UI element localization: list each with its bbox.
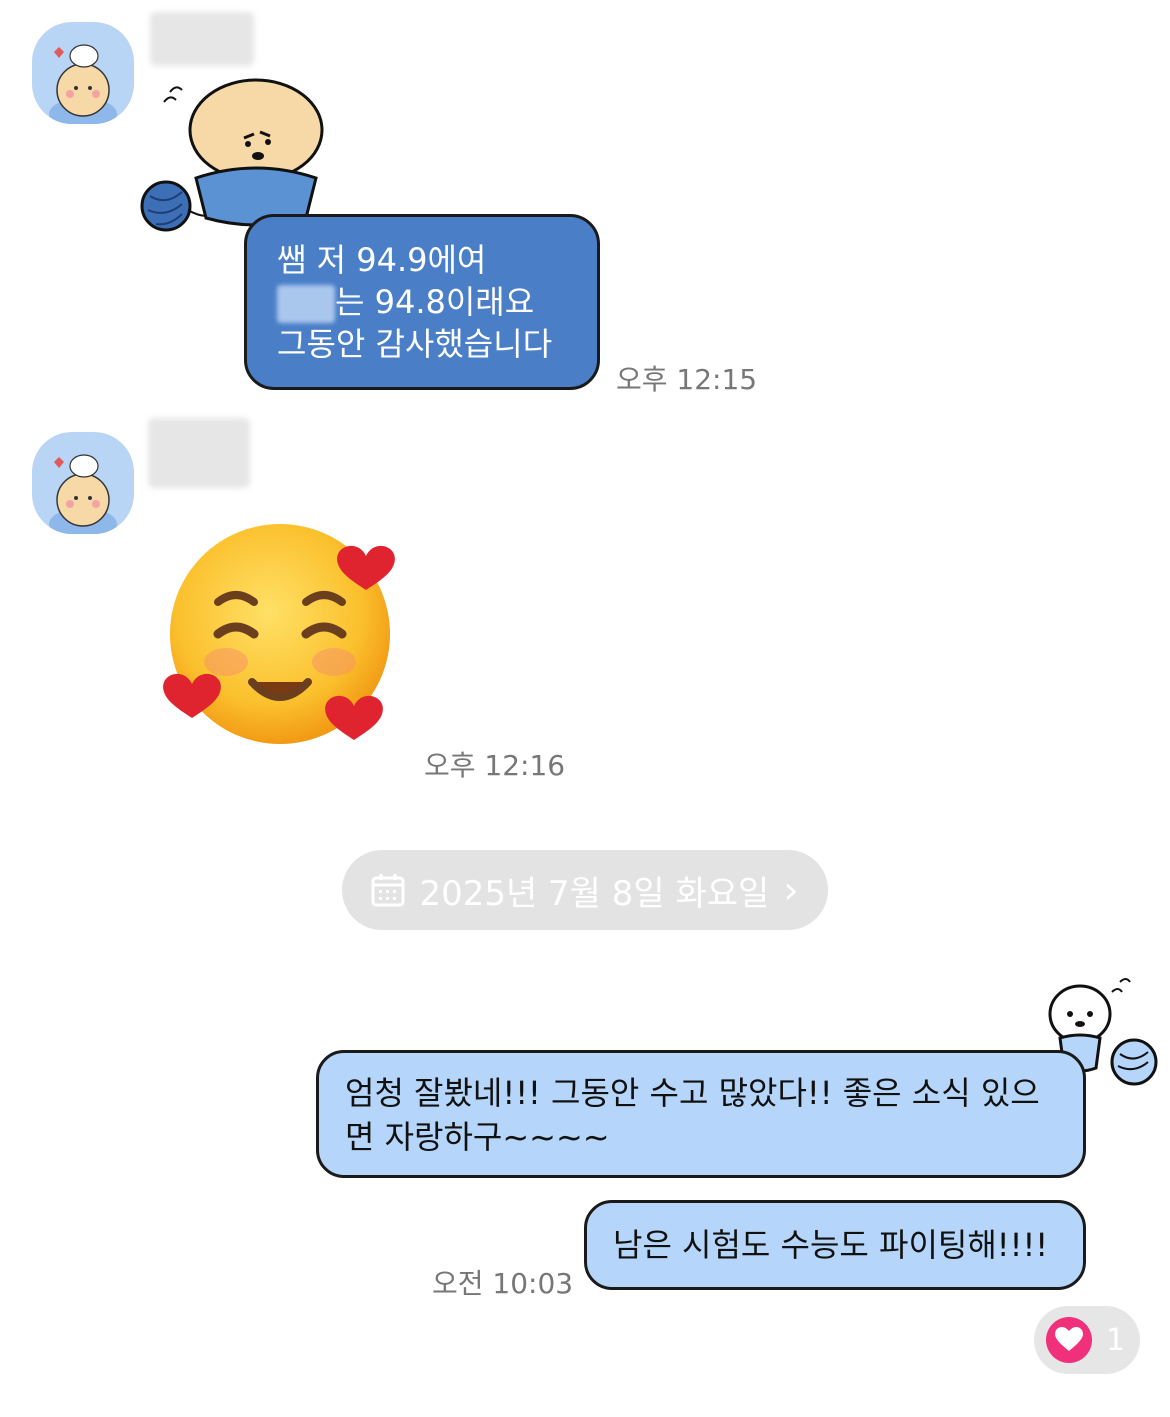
sender-name-blurred <box>150 12 254 66</box>
smiling-face-with-hearts-emoji-icon[interactable] <box>156 522 402 752</box>
message-timestamp: 오후 12:16 <box>424 749 566 782</box>
message-timestamp: 오후 12:15 <box>616 363 758 396</box>
sender-avatar[interactable] <box>32 432 134 534</box>
sender-name-blurred <box>148 418 250 488</box>
message-line: 면 자랑하구~~~~ <box>345 1118 610 1156</box>
message-line: 그동안 감사했습니다 <box>277 325 553 363</box>
outgoing-message-bubble[interactable]: 엄청 잘봤네!!! 그동안 수고 많았다!! 좋은 소식 있으 면 자랑하구~~… <box>316 1050 1086 1178</box>
message-line: 는 94.8이래요 <box>277 281 567 323</box>
bear-avatar-icon <box>49 454 117 534</box>
message-timestamp: 오전 10:03 <box>432 1267 574 1300</box>
bear-avatar-icon <box>49 44 117 124</box>
reaction-badge[interactable]: 1 <box>1034 1306 1140 1374</box>
calendar-icon <box>371 874 405 907</box>
incoming-message-bubble[interactable]: 쌤 저 94.9에여 는 94.8이래요 그동안 감사했습니다 <box>244 214 600 390</box>
message-line: 남은 시험도 수능도 파이팅해!!!! <box>613 1226 1049 1264</box>
message-line: 쌤 저 94.9에여 <box>277 241 487 279</box>
chevron-right-icon: › <box>783 868 799 912</box>
heart-icon <box>1046 1317 1092 1363</box>
redacted-name <box>277 285 335 323</box>
reaction-count: 1 <box>1106 1322 1126 1358</box>
outgoing-message-bubble[interactable]: 남은 시험도 수능도 파이팅해!!!! <box>584 1200 1086 1290</box>
sender-avatar[interactable] <box>32 22 134 124</box>
date-separator[interactable]: 2025년 7월 8일 화요일 › <box>342 850 828 930</box>
message-line: 엄청 잘봤네!!! 그동안 수고 많았다!! 좋은 소식 있으 <box>345 1074 1040 1112</box>
date-label: 2025년 7월 8일 화요일 <box>419 873 770 914</box>
